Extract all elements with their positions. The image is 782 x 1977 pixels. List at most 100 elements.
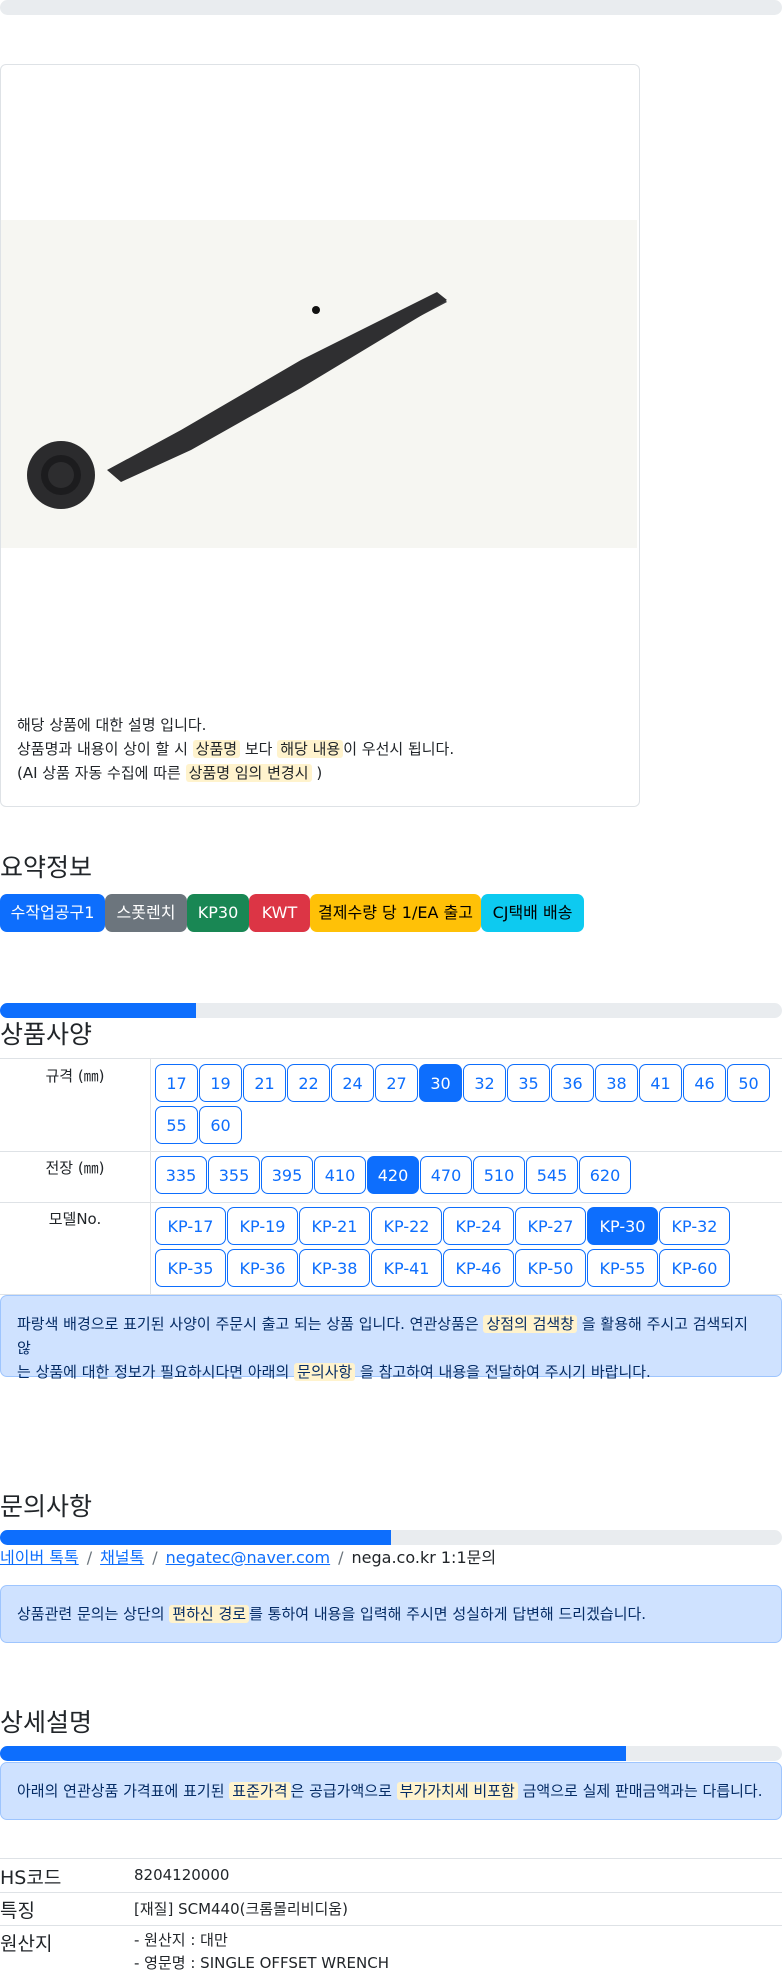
product-card: 해당 상품에 대한 설명 입니다. 상품명과 내용이 상이 할 시 상품명 보다… — [0, 64, 640, 807]
spec-option[interactable]: 21 — [243, 1064, 286, 1102]
channel-talk-link[interactable]: 채널톡 — [100, 1548, 144, 1567]
desc-text: 상품명과 내용이 상이 할 시 — [17, 740, 188, 758]
product-image — [1, 220, 637, 548]
spec-option[interactable]: 410 — [314, 1156, 366, 1194]
spec-option[interactable]: KP-46 — [443, 1249, 514, 1287]
info-value: - 원산지 : 대만 - 영문명 : SINGLE OFFSET WRENCH — [134, 1929, 389, 1975]
spec-option[interactable]: 46 — [683, 1064, 726, 1102]
info-row-origin: 원산지 - 원산지 : 대만 - 영문명 : SINGLE OFFSET WRE… — [0, 1925, 782, 1977]
highlight-route: 편하신 경로 — [169, 1605, 250, 1623]
spec-option[interactable]: 27 — [375, 1064, 418, 1102]
spec-option[interactable]: 41 — [639, 1064, 682, 1102]
spec-option[interactable]: KP-36 — [227, 1249, 298, 1287]
spec-option[interactable]: 510 — [473, 1156, 525, 1194]
spec-note-line-1: 파랑색 배경으로 표기된 사양이 주문시 출고 되는 상품 입니다. 연관상품은… — [17, 1312, 765, 1360]
spec-option[interactable]: KP-41 — [371, 1249, 442, 1287]
highlight-content: 해당 내용 — [277, 740, 344, 758]
spec-progress-bar — [0, 1003, 782, 1018]
spec-option[interactable]: 35 — [507, 1064, 550, 1102]
spec-option[interactable]: KP-60 — [659, 1249, 730, 1287]
info-row-hs-code: HS코드 8204120000 — [0, 1858, 782, 1893]
note-text: 를 통하여 내용을 입력해 주시면 성실하게 답변해 드리겠습니다. — [249, 1605, 647, 1623]
spec-option[interactable]: KP-55 — [587, 1249, 658, 1287]
spec-option[interactable]: 620 — [579, 1156, 631, 1194]
desc-line-1: 해당 상품에 대한 설명 입니다. — [17, 716, 207, 734]
spec-option[interactable]: 17 — [155, 1064, 198, 1102]
spec-option[interactable]: KP-35 — [155, 1249, 226, 1287]
spec-table: 규격 (㎜) 17 19 21 22 24 27 30 32 35 36 38 41 46 50 55 60 … — [0, 1058, 782, 1295]
spec-option[interactable]: 420 — [367, 1156, 419, 1194]
spec-option[interactable]: 38 — [595, 1064, 638, 1102]
summary-badge: 결제수량 당 1/EA 출고 — [310, 894, 481, 932]
highlight-product-name: 상품명 — [192, 740, 241, 758]
spec-option[interactable]: KP-17 — [155, 1207, 226, 1245]
spec-option[interactable]: KP-38 — [299, 1249, 370, 1287]
spec-label-size: 규격 (㎜) — [45, 1067, 105, 1085]
desc-text: 이 우선시 됩니다. — [343, 740, 455, 758]
summary-badge: CJ택배 배송 — [481, 894, 584, 932]
spec-row-size: 규격 (㎜) 17 19 21 22 24 27 30 32 35 36 38 41 46 50 55 60 — [0, 1059, 782, 1152]
inquiry-title: 문의사항 — [0, 1492, 93, 1521]
spec-option[interactable]: KP-24 — [443, 1207, 514, 1245]
note-text: 금액으로 실제 판매금액과는 다릅니다. — [522, 1782, 763, 1800]
top-progress-bar — [0, 0, 782, 15]
desc-line-2: 상품명과 내용이 상이 할 시 상품명 보다 해당 내용 이 우선시 됩니다. — [17, 737, 454, 761]
row-divider — [150, 1151, 151, 1202]
spec-option[interactable]: 30 — [419, 1064, 462, 1102]
highlight-inquiry: 문의사항 — [294, 1363, 356, 1381]
summary-title: 요약정보 — [0, 853, 93, 882]
spec-option[interactable]: 545 — [526, 1156, 578, 1194]
spec-option[interactable]: 355 — [208, 1156, 260, 1194]
email-link[interactable]: negatec@naver.com — [166, 1548, 330, 1567]
spec-option[interactable]: KP-27 — [515, 1207, 586, 1245]
spec-option[interactable]: 395 — [261, 1156, 313, 1194]
spec-row-length: 전장 (㎜) 335 355 395 410 420 470 510 545 620 — [0, 1151, 782, 1203]
row-divider — [150, 1202, 151, 1294]
spec-label-model: 모델No. — [48, 1210, 102, 1228]
breadcrumb-separator: / — [338, 1548, 344, 1567]
spec-option[interactable]: 335 — [155, 1156, 207, 1194]
info-row-feature: 특징 [재질] SCM440(크롬몰리비디움) — [0, 1892, 782, 1926]
spec-row-model: 모델No. KP-17 KP-19 KP-21 KP-22 KP-24 KP-27 KP-3… — [0, 1202, 782, 1295]
desc-line-3: (AI 상품 자동 수집에 따른 상품명 임의 변경시 ) — [17, 761, 454, 785]
spec-option[interactable]: KP-22 — [371, 1207, 442, 1245]
spec-option[interactable]: 24 — [331, 1064, 374, 1102]
info-key: 특징 — [0, 1900, 35, 1922]
spec-option[interactable]: KP-21 — [299, 1207, 370, 1245]
info-value: 8204120000 — [134, 1866, 230, 1884]
info-key: HS코드 — [0, 1867, 62, 1889]
spec-option[interactable]: 32 — [463, 1064, 506, 1102]
note-text: 은 공급가액으로 — [290, 1782, 392, 1800]
site-inquiry-text: nega.co.kr 1:1문의 — [351, 1548, 497, 1567]
spec-option[interactable]: 55 — [155, 1106, 198, 1144]
naver-talk-link[interactable]: 네이버 톡톡 — [0, 1548, 79, 1567]
spec-option[interactable]: KP-32 — [659, 1207, 730, 1245]
desc-text: (AI 상품 자동 수집에 따른 — [17, 764, 181, 782]
spec-option[interactable]: 470 — [420, 1156, 472, 1194]
detail-note-alert: 아래의 연관상품 가격표에 표기된 표준가격 은 공급가액으로 부가가치세 비포함… — [0, 1762, 782, 1820]
note-text: 파랑색 배경으로 표기된 사양이 주문시 출고 되는 상품 입니다. 연관상품은 — [17, 1315, 479, 1333]
breadcrumb-separator: / — [152, 1548, 158, 1567]
summary-badge: 수작업공구1 — [0, 894, 105, 932]
spec-option[interactable]: KP-50 — [515, 1249, 586, 1287]
spec-title: 상품사양 — [0, 1020, 93, 1049]
spec-option[interactable]: 36 — [551, 1064, 594, 1102]
spec-option[interactable]: 22 — [287, 1064, 330, 1102]
detail-progress-fill — [0, 1746, 626, 1761]
spec-option[interactable]: 50 — [727, 1064, 770, 1102]
spec-option[interactable]: KP-19 — [227, 1207, 298, 1245]
info-value: [재질] SCM440(크롬몰리비디움) — [134, 1900, 348, 1918]
english-name-line: - 영문명 : SINGLE OFFSET WRENCH — [134, 1954, 389, 1972]
note-text: 을 참고하여 내용을 전달하여 주시기 바랍니다. — [360, 1363, 651, 1381]
spec-option[interactable]: KP-30 — [587, 1207, 658, 1245]
highlight-name-change: 상품명 임의 변경시 — [185, 764, 312, 782]
spec-option[interactable]: 60 — [199, 1106, 242, 1144]
inquiry-progress-bar — [0, 1530, 782, 1545]
info-key: 원산지 — [0, 1933, 53, 1955]
spec-option[interactable]: 19 — [199, 1064, 242, 1102]
spec-note-line-2: 는 상품에 대한 정보가 필요하시다면 아래의 문의사항 을 참고하여 내용을 … — [17, 1360, 765, 1384]
detail-title: 상세설명 — [0, 1708, 93, 1737]
highlight-standard-price: 표준가격 — [229, 1782, 291, 1800]
summary-badge: KP30 — [187, 894, 249, 932]
inquiry-breadcrumb: 네이버 톡톡 / 채널톡 / negatec@naver.com / nega.co.kr … — [0, 1544, 496, 1568]
